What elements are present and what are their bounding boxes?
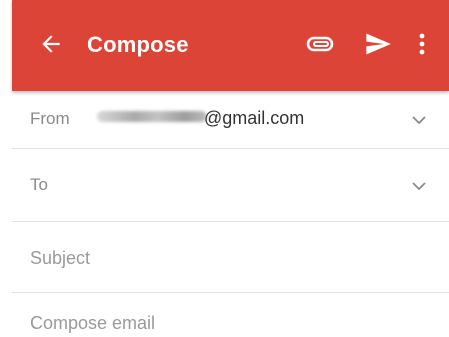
compose-body-placeholder: Compose email bbox=[30, 313, 156, 333]
app-toolbar: Compose bbox=[12, 0, 449, 91]
from-field[interactable]: From @gmail.com bbox=[12, 91, 449, 149]
arrow-back-icon[interactable] bbox=[38, 31, 64, 57]
compose-body-field[interactable]: Compose email bbox=[12, 293, 449, 337]
redacted-email-username bbox=[97, 111, 207, 122]
send-icon[interactable] bbox=[363, 30, 393, 58]
paperclip-icon[interactable] bbox=[305, 33, 335, 55]
page-title: Compose bbox=[87, 32, 189, 57]
subject-placeholder: Subject bbox=[30, 248, 91, 268]
from-email-domain: @gmail.com bbox=[204, 108, 305, 128]
to-field[interactable]: To bbox=[12, 149, 449, 222]
from-label: From bbox=[30, 109, 70, 128]
chevron-down-icon[interactable] bbox=[411, 115, 427, 125]
chevron-down-icon[interactable] bbox=[411, 181, 427, 191]
to-label: To bbox=[30, 175, 48, 194]
subject-field[interactable]: Subject bbox=[12, 222, 449, 293]
more-vertical-icon[interactable] bbox=[412, 31, 432, 57]
